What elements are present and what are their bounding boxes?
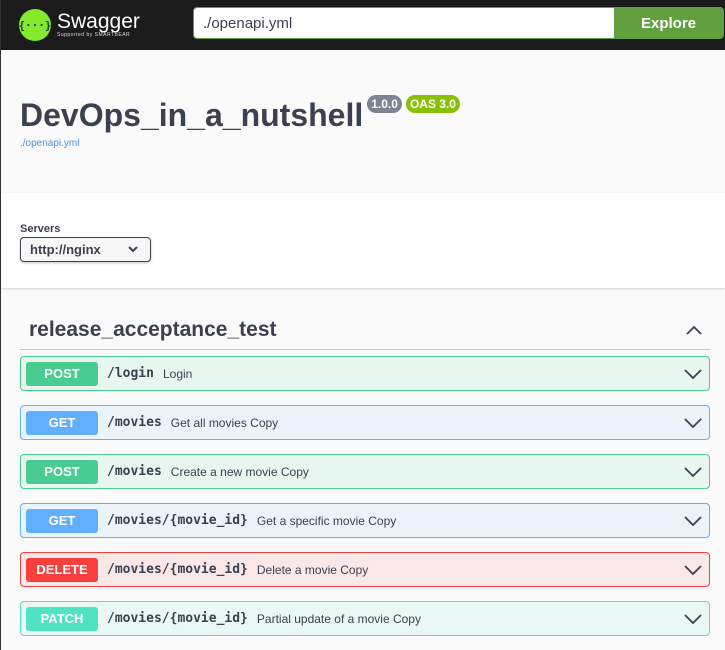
chevron-down-icon[interactable]	[684, 417, 702, 428]
operation-summary: Get all movies Copy	[170, 415, 279, 430]
operation-path: /movies/{movie_id}	[107, 611, 248, 626]
method-badge: POST	[26, 459, 98, 484]
operation-row[interactable]: GET /movies/{movie_id} Get a specific mo…	[20, 503, 710, 538]
operation-path: /movies/{movie_id}	[107, 562, 248, 577]
operation-summary: Login	[162, 366, 193, 381]
operation-row[interactable]: POST /login Login	[20, 356, 710, 391]
operation-row[interactable]: GET /movies Get all movies Copy	[20, 405, 710, 440]
servers-label: Servers	[20, 223, 61, 235]
oas-badge: OAS 3.0	[405, 95, 460, 113]
servers-selected: http://nginx	[30, 242, 101, 257]
spec-url-bar: Explore	[193, 7, 724, 39]
chevron-down-icon	[128, 246, 138, 253]
servers-section: Servers http://nginx	[1, 193, 725, 288]
operation-summary: Delete a movie Copy	[256, 562, 369, 577]
operation-row[interactable]: DELETE /movies/{movie_id} Delete a movie…	[20, 552, 710, 587]
brand-name: Swagger	[57, 10, 140, 33]
method-badge: POST	[26, 361, 98, 386]
version-badge: 1.0.0	[367, 95, 402, 113]
spec-link[interactable]: ./openapi.yml	[20, 138, 725, 149]
operation-row[interactable]: POST /movies Create a new movie Copy	[20, 454, 710, 489]
swagger-logo[interactable]: {···} Swagger Supported by SMARTBEAR	[18, 9, 140, 41]
chevron-up-icon[interactable]	[686, 325, 702, 335]
chevron-down-icon[interactable]	[684, 613, 702, 624]
operation-path: /movies	[107, 415, 162, 430]
operation-summary: Create a new movie Copy	[170, 464, 309, 479]
method-badge: DELETE	[26, 557, 98, 582]
method-badge: GET	[26, 508, 98, 533]
operation-summary: Partial update of a movie Copy	[256, 611, 421, 626]
chevron-down-icon[interactable]	[684, 466, 702, 477]
method-badge: PATCH	[26, 606, 98, 631]
operations-list: POST /login Login GET /movies Get all mo…	[1, 356, 725, 636]
topbar: {···} Swagger Supported by SMARTBEAR Exp…	[1, 0, 725, 50]
tag-name: release_acceptance_test	[29, 317, 277, 341]
method-badge: GET	[26, 410, 98, 435]
servers-select[interactable]: http://nginx	[20, 237, 151, 262]
spec-url-input[interactable]	[194, 8, 614, 38]
page-title: DevOps_in_a_nutshell	[20, 97, 364, 133]
swagger-logo-icon: {···}	[18, 9, 52, 41]
explore-button[interactable]: Explore	[614, 8, 723, 38]
supported-by: Supported by SMARTBEAR	[57, 32, 131, 38]
chevron-down-icon[interactable]	[684, 515, 702, 526]
operation-path: /login	[107, 366, 154, 381]
operation-path: /movies	[107, 464, 162, 479]
operation-row[interactable]: PATCH /movies/{movie_id} Partial update …	[20, 601, 710, 636]
operation-summary: Get a specific movie Copy	[256, 513, 397, 528]
tag-header[interactable]: release_acceptance_test	[20, 310, 710, 350]
chevron-down-icon[interactable]	[684, 368, 702, 379]
chevron-down-icon[interactable]	[684, 564, 702, 575]
api-info: DevOps_in_a_nutshell 1.0.0 OAS 3.0 ./ope…	[1, 50, 725, 193]
operation-path: /movies/{movie_id}	[107, 513, 248, 528]
